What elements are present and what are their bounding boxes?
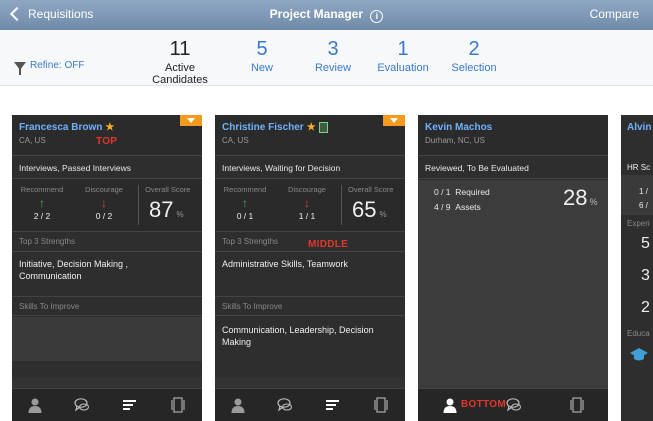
candidate-card[interactable]: Francesca Brown ★ CA, US Interviews, Pas… [12,115,202,421]
card-action-bar [215,388,405,421]
card-header: Francesca Brown ★ CA, US [12,115,202,155]
pipeline-stats-bar: Refine: OFF 11 Active Candidates 5 New 3… [0,30,653,86]
improve-area [12,317,202,361]
improve-text: Communication, Leadership, Decision Maki… [222,325,374,347]
document-icon [318,122,328,133]
chat-bubbles-icon[interactable] [506,397,522,413]
stat-active-candidates[interactable]: 11 Active Candidates [136,38,224,86]
overall-score: 87% [149,197,184,222]
person-icon[interactable] [230,397,246,413]
divider [341,185,342,225]
candidate-status: Interviews, Waiting for Decision [215,155,405,179]
thumbs-down-arrow-icon: ↓ [304,196,310,210]
page-title: Project Manager i [0,7,653,23]
chat-bubbles-icon[interactable] [277,397,293,413]
requirements-summary: 0 / 1 Required 4 / 9 Assets [434,187,490,212]
candidate-location: Durham, NC, US [425,136,486,145]
discourage-column: Discourage ↓ 1 / 1 [279,185,335,221]
stack-cards-icon[interactable] [373,397,389,413]
star-icon: ★ [306,122,316,133]
thumbs-down-arrow-icon: ↓ [101,196,107,210]
list-bars-icon[interactable] [325,397,341,413]
person-icon[interactable] [442,397,458,413]
list-bars-icon[interactable] [122,397,138,413]
discourage-column: Discourage ↓ 0 / 2 [76,185,132,221]
score-panel: Recommend ↑ 2 / 2 Discourage ↓ 0 / 2 Ove… [12,179,202,232]
card-header: Kevin Machos Durham, NC, US [418,115,608,155]
stat-review[interactable]: 3 Review [308,38,358,74]
candidate-name[interactable]: Francesca Brown ★ [19,122,114,133]
improve-label: Skills To Improve [12,296,202,316]
overlay-label: BOTTOM [461,399,506,410]
info-icon[interactable]: i [370,10,384,23]
stat-evaluation[interactable]: 1 Evaluation [374,38,432,74]
dropdown-caret-icon[interactable] [383,115,405,126]
candidate-status: Reviewed, To Be Evaluated [418,155,608,179]
recommend-column: Recommend ↑ 0 / 1 [219,185,271,221]
stat-new[interactable]: 5 New [242,38,282,74]
overlay-label: TOP [96,136,118,147]
candidate-name[interactable]: Alvin [627,122,651,133]
candidate-card-partial[interactable]: Alvin HR Sc 1 / 6 / Experi 5 3 2 Educa [621,115,653,421]
candidate-name[interactable]: Christine Fischer ★ [222,122,328,133]
compare-button[interactable]: Compare [590,7,639,21]
candidate-status: Interviews, Passed Interviews [12,155,202,179]
chat-bubbles-icon[interactable] [74,397,90,413]
star-icon: ★ [105,122,115,133]
candidate-card[interactable]: Kevin Machos Durham, NC, US Reviewed, To… [418,115,608,421]
overlay-label: MIDDLE [308,239,349,250]
refine-filter-button[interactable]: Refine: OFF [14,60,85,75]
person-icon[interactable] [27,397,43,413]
refine-label: Refine: OFF [30,60,85,71]
score-panel: Recommend ↑ 0 / 1 Discourage ↓ 1 / 1 Ove… [215,179,405,232]
funnel-icon [14,61,26,75]
divider [138,185,139,225]
card-action-bar: BOTTOM [418,388,608,421]
strengths-text: Administrative Skills, Teamwork [222,259,348,269]
candidate-name[interactable]: Kevin Machos [425,122,492,133]
stack-cards-icon[interactable] [170,397,186,413]
card-header: Christine Fischer ★ CA, US [215,115,405,155]
thumbs-up-arrow-icon: ↑ [242,196,248,210]
dropdown-caret-icon[interactable] [180,115,202,126]
stack-cards-icon[interactable] [569,397,585,413]
thumbs-up-arrow-icon: ↑ [39,196,45,210]
strengths-label: Top 3 Strengths [12,232,202,252]
candidate-location: CA, US [19,136,46,145]
partial-panel [621,175,653,215]
stat-selection[interactable]: 2 Selection [448,38,500,74]
strengths-text: Initiative, Decision Making , Communicat… [19,259,129,281]
overall-score: 65% [352,197,387,222]
recommend-column: Recommend ↑ 2 / 2 [16,185,68,221]
candidate-location: CA, US [222,136,249,145]
card-action-bar [12,388,202,421]
graduation-cap-icon [629,347,649,368]
match-percent: 28% [563,185,598,210]
navigation-bar: Requisitions Project Manager i Compare [0,0,653,30]
candidate-card[interactable]: Christine Fischer ★ CA, US Interviews, W… [215,115,405,421]
improve-label: Skills To Improve [215,296,405,316]
